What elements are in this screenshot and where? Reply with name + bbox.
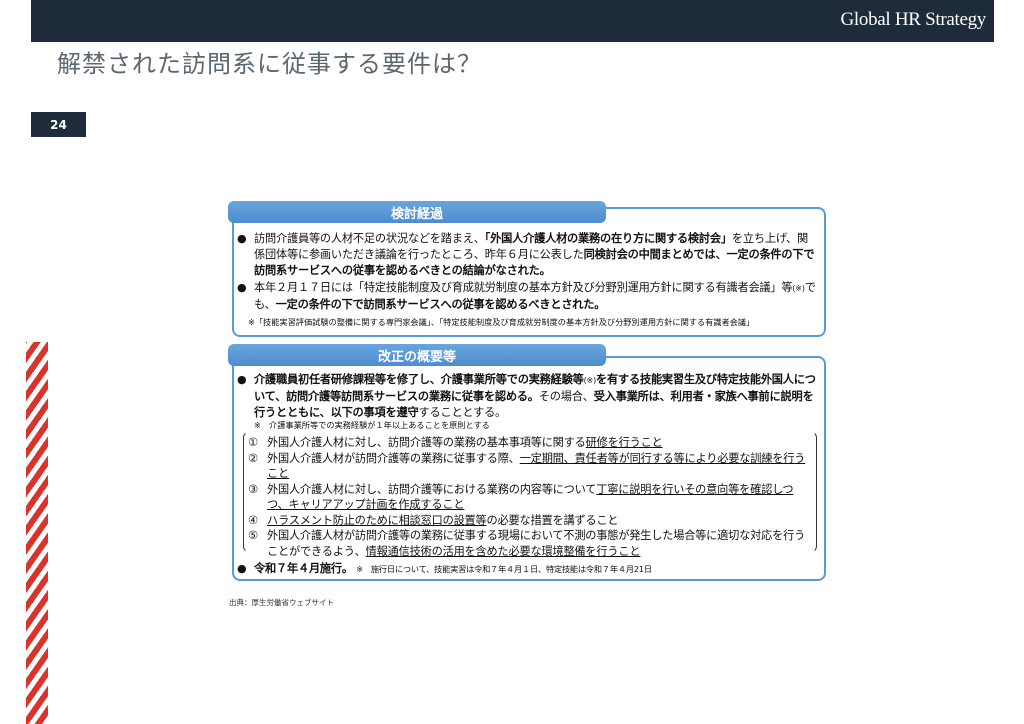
decorative-stripe	[26, 342, 48, 724]
text-segment: 一定の条件の下で訪問系サービスへの従事を認めるべきとされた。	[275, 298, 606, 311]
review-process-heading: 検討経過	[228, 201, 606, 223]
source-citation: 出典：厚生労働省ウェブサイト	[229, 598, 334, 607]
revision-footnote: ※ 介護事業所等での実務経験が１年以上あることを原則とする	[254, 420, 490, 430]
revision-bullet-1: ● 介護職員初任者研修課程等を修了し、介護事業所等での実務経験等(※)を有する技…	[237, 372, 817, 421]
review-bullet-2: ● 本年２月１７日には「特定技能制度及び育成就労制度の基本方針及び分野別運用方針…	[237, 280, 817, 313]
text-segment: ハラスメント防止のために相談窓口の設置等	[267, 513, 487, 527]
item-number: ⑤	[248, 529, 258, 542]
page-title: 解禁された訪問系に従事する要件は？	[57, 50, 482, 78]
bullet-dot-icon: ●	[237, 562, 247, 575]
list-item: ④ ハラスメント防止のために相談窓口の設置等の必要な措置を講ずること	[248, 513, 814, 529]
company-logo: Global HR Strategy	[840, 9, 986, 30]
text-segment: の必要な措置を講ずること	[486, 513, 619, 527]
page-number-badge: 24	[31, 112, 86, 137]
list-item: ① 外国人介護人材に対し、訪問介護等の業務の基本事項等に関する研修を行うこと	[248, 435, 814, 451]
text-segment: 訪問介護員等の人材不足の状況などを踏まえ、	[254, 232, 485, 245]
revision-summary-heading: 改正の概要等	[228, 344, 606, 366]
item-number: ①	[248, 436, 258, 449]
text-segment: 情報通信技術の活用を含めた必要な環境整備を行うこと	[365, 544, 641, 558]
effective-date-text: 令和７年４月施行。	[254, 562, 353, 575]
revision-bullet-2: ● 令和７年４月施行。 ※ 施行日について、技能実習は令和７年４月１日、特定技能…	[237, 561, 817, 577]
text-segment: することとする。	[418, 406, 507, 419]
bullet-dot-icon: ●	[237, 373, 247, 386]
list-item: ② 外国人介護人材が訪問介護等の業務に従事する際、一定期間、責任者等が同行する等に…	[248, 451, 814, 482]
text-segment: その場合、	[538, 390, 594, 403]
text-segment: (※)	[792, 284, 805, 293]
text-segment: 介護職員初任者研修課程等を修了し、介護事業所等での実務経験等	[254, 373, 584, 386]
list-item: ⑤ 外国人介護人材が訪問介護等の業務に従事する現場において不測の事態が発生した場合…	[248, 528, 814, 559]
text-segment: 研修を行うこと	[585, 436, 663, 449]
text-segment: 本年２月１７日には「特定技能制度及び育成就労制度の基本方針及び分野別運用方針に関…	[254, 281, 793, 294]
text-segment: 外国人介護人材が訪問介護等の業務に従事する際、	[267, 451, 520, 465]
list-item: ③ 外国人介護人材に対し、訪問介護等における業務の内容等について丁寧に説明を行いそ…	[248, 482, 814, 513]
text-segment: (※)	[583, 376, 597, 385]
text-segment: 外国人介護人材に対し、訪問介護等の業務の基本事項等に関する	[267, 436, 586, 449]
bullet-dot-icon: ●	[237, 232, 247, 245]
item-number: ③	[248, 482, 258, 496]
effective-date-note: ※ 施行日について、技能実習は令和７年４月１日、特定技能は令和７年４月21日	[356, 564, 652, 574]
review-bullet-1: ● 訪問介護員等の人材不足の状況などを踏まえ、「外国人介護人材の業務の在り方に関…	[237, 231, 817, 279]
bullet-dot-icon: ●	[237, 281, 247, 294]
text-segment: 外国人介護人材に対し、訪問介護等における業務の内容等について	[267, 482, 597, 496]
header-bar: Global HR Strategy	[31, 0, 994, 42]
text-segment: 「外国人介護人材の業務の在り方に関する検討会」	[484, 232, 732, 245]
item-number: ②	[248, 451, 258, 465]
item-number: ④	[248, 513, 258, 527]
requirements-list: ① 外国人介護人材に対し、訪問介護等の業務の基本事項等に関する研修を行うこと ②外…	[248, 435, 814, 559]
review-footnote: ※「技能実習評価試験の整備に関する専門家会議」、「特定技能制度及び育成就労制度の…	[248, 317, 755, 327]
